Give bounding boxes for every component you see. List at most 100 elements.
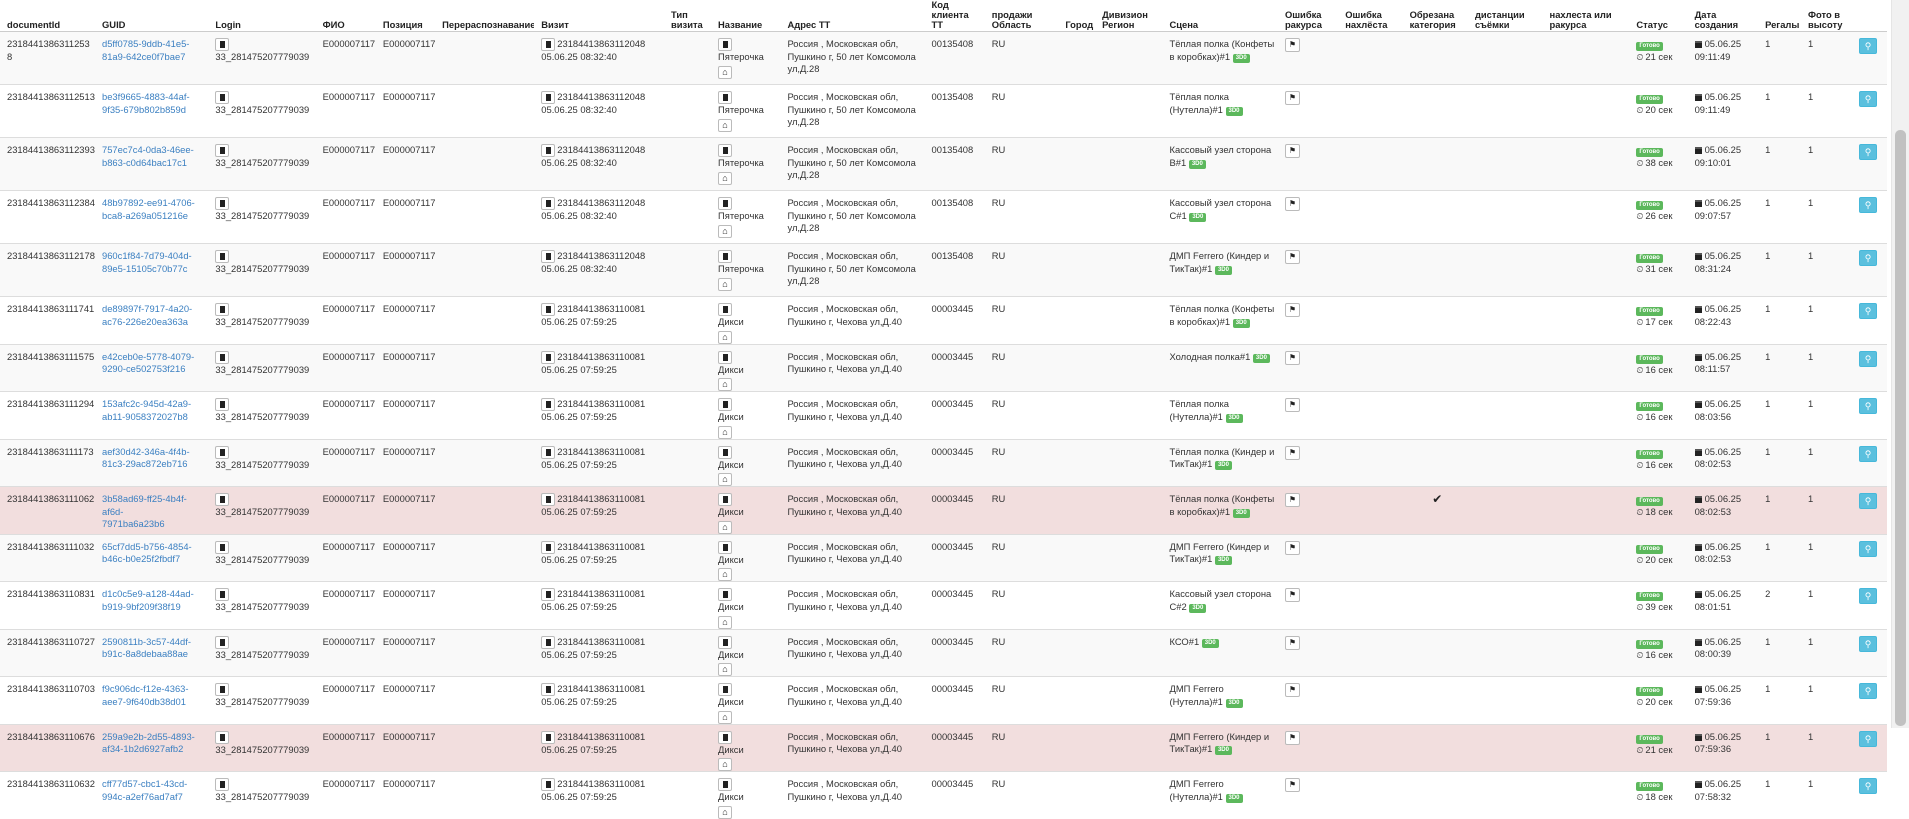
- document-icon[interactable]: [215, 91, 230, 104]
- table-row[interactable]: 23184413863111032 65cf7dd5-b756-4854- b46c…: [0, 534, 1887, 582]
- document-icon[interactable]: [541, 730, 556, 744]
- column-header[interactable]: продажи Область: [984, 0, 1059, 32]
- guid-cell[interactable]: 153afc2c-945d-42a9- ab11-9058372027b8: [95, 392, 208, 440]
- table-row[interactable]: 23184413863112384 48b97892-ee91-4706- bca8…: [0, 190, 1887, 244]
- document-icon[interactable]: [718, 588, 732, 601]
- home-icon[interactable]: ⌂: [718, 378, 732, 391]
- document-icon[interactable]: [718, 445, 732, 459]
- document-icon[interactable]: [541, 197, 556, 210]
- column-header[interactable]: Перераспознавание: [435, 0, 535, 32]
- column-header[interactable]: Ошибка ракурса: [1277, 0, 1339, 32]
- guid-link[interactable]: 757ec7c4-0da3-46ee-b863-c0d64bac17c1: [102, 144, 194, 168]
- column-header[interactable]: Название: [711, 0, 781, 32]
- document-icon[interactable]: [215, 398, 230, 411]
- home-icon[interactable]: ⌂: [718, 118, 732, 132]
- guid-link[interactable]: 3b58ad69-ff25-4b4f-af6d- 7971ba6a23b6: [102, 493, 187, 529]
- home-icon[interactable]: ⌂: [718, 171, 732, 185]
- guid-cell[interactable]: d5ff0785-9ddb-41e5- 81a9-642ce0f7bae7: [95, 32, 208, 85]
- document-icon[interactable]: [215, 635, 230, 649]
- guid-cell[interactable]: 2590811b-3c57-44df-b91c-8a8debaa88ae: [95, 629, 208, 677]
- flag-icon[interactable]: ⚑: [1284, 398, 1300, 412]
- table-row[interactable]: 23184413863111575 e42ceb0e-5778-4079- 9290…: [0, 344, 1887, 392]
- column-header[interactable]: Тип визита: [664, 0, 711, 32]
- table-row[interactable]: 23184413863111173 aef30d42-346a-4f4b- 81c3…: [0, 439, 1887, 487]
- home-icon[interactable]: ⌂: [718, 65, 732, 79]
- document-icon[interactable]: [215, 493, 230, 506]
- table-row[interactable]: 23184413863112513 be3f9665-4883-44af- 9f35…: [0, 84, 1887, 138]
- column-header[interactable]: Позиция: [375, 0, 436, 32]
- document-icon[interactable]: [215, 683, 230, 696]
- search-button[interactable]: ⚲: [1859, 303, 1878, 319]
- document-icon[interactable]: [215, 445, 230, 459]
- document-icon[interactable]: [215, 197, 230, 210]
- guid-cell[interactable]: 259a9e2b-2d55-4893- af34-1b2d6927afb2: [95, 724, 208, 772]
- document-icon[interactable]: [215, 730, 230, 744]
- home-icon[interactable]: ⌂: [718, 425, 732, 439]
- home-icon[interactable]: ⌂: [718, 473, 732, 486]
- document-icon[interactable]: [541, 683, 556, 696]
- flag-icon[interactable]: ⚑: [1284, 730, 1300, 745]
- document-icon[interactable]: [718, 493, 732, 506]
- home-icon[interactable]: ⌂: [718, 663, 732, 676]
- column-header[interactable]: Обрезана категория: [1402, 0, 1468, 32]
- document-icon[interactable]: [718, 38, 732, 51]
- flag-icon[interactable]: ⚑: [1284, 350, 1300, 365]
- guid-link[interactable]: be3f9665-4883-44af- 9f35-679b802b859d: [102, 91, 190, 115]
- document-icon[interactable]: [215, 540, 230, 554]
- document-icon[interactable]: [718, 540, 732, 554]
- search-button[interactable]: ⚲: [1859, 683, 1878, 699]
- column-header[interactable]: Визит: [534, 0, 665, 32]
- flag-icon[interactable]: ⚑: [1284, 91, 1300, 105]
- document-icon[interactable]: [541, 303, 556, 316]
- document-icon[interactable]: [541, 778, 556, 791]
- guid-link[interactable]: e42ceb0e-5778-4079- 9290-ce502753f216: [102, 351, 194, 375]
- document-icon[interactable]: [718, 635, 732, 649]
- column-header[interactable]: Дата создания: [1687, 0, 1759, 32]
- document-icon[interactable]: [215, 144, 230, 157]
- table-row[interactable]: 23184413863112178 960c1f84-7d79-404d- 89e5…: [0, 243, 1887, 297]
- scrollbar-thumb[interactable]: [1895, 130, 1906, 726]
- guid-link[interactable]: 65cf7dd5-b756-4854- b46c-b0e25f2fbdf7: [102, 541, 192, 565]
- document-icon[interactable]: [541, 250, 556, 263]
- home-icon[interactable]: ⌂: [718, 568, 732, 581]
- column-header[interactable]: Адрес ТТ: [780, 0, 925, 32]
- table-row[interactable]: 23184413863110831 d1c0c5e9-a128-44ad-b919…: [0, 581, 1887, 630]
- document-icon[interactable]: [718, 398, 732, 411]
- document-icon[interactable]: [215, 778, 230, 791]
- guid-link[interactable]: cff77d57-cbc1-43cd- 994c-a2ef76ad7af7: [102, 778, 187, 802]
- document-icon[interactable]: [718, 91, 732, 104]
- search-button[interactable]: ⚲: [1859, 730, 1878, 747]
- document-icon[interactable]: [718, 778, 732, 791]
- guid-cell[interactable]: 960c1f84-7d79-404d- 89e5-15105c70b77c: [95, 244, 208, 297]
- column-header[interactable]: Ошибка нахлёста: [1338, 0, 1403, 32]
- home-icon[interactable]: ⌂: [718, 615, 732, 629]
- vertical-scrollbar[interactable]: [1891, 0, 1909, 728]
- document-icon[interactable]: [718, 683, 732, 696]
- flag-icon[interactable]: ⚑: [1284, 144, 1300, 158]
- guid-cell[interactable]: d1c0c5e9-a128-44ad-b919-9bf209f38f19: [95, 582, 208, 630]
- table-row[interactable]: 23184413863110703 f9c906dc-f12e-4363- aee7…: [0, 676, 1887, 725]
- document-icon[interactable]: [541, 144, 556, 157]
- guid-link[interactable]: 48b97892-ee91-4706- bca8-a269a051216e: [102, 197, 195, 221]
- guid-cell[interactable]: be3f9665-4883-44af- 9f35-679b802b859d: [95, 85, 208, 138]
- flag-icon[interactable]: ⚑: [1284, 493, 1300, 507]
- column-header[interactable]: Статус: [1629, 0, 1688, 32]
- home-icon[interactable]: ⌂: [718, 277, 732, 291]
- document-icon[interactable]: [718, 730, 732, 744]
- search-button[interactable]: ⚲: [1859, 540, 1878, 557]
- guid-cell[interactable]: aef30d42-346a-4f4b- 81c3-29ac872eb716: [95, 439, 208, 487]
- guid-link[interactable]: d5ff0785-9ddb-41e5- 81a9-642ce0f7bae7: [102, 38, 189, 62]
- column-header[interactable]: дистанции съёмки: [1467, 0, 1543, 32]
- guid-cell[interactable]: e42ceb0e-5778-4079- 9290-ce502753f216: [95, 344, 208, 392]
- search-button[interactable]: ⚲: [1859, 38, 1878, 54]
- document-icon[interactable]: [541, 38, 556, 51]
- guid-cell[interactable]: de89897f-7917-4a20- ac76-226e20ea363a: [95, 297, 208, 345]
- guid-cell[interactable]: f9c906dc-f12e-4363- aee7-9f640db38d01: [95, 677, 208, 725]
- document-icon[interactable]: [215, 250, 230, 263]
- column-header[interactable]: [1852, 0, 1887, 32]
- document-icon[interactable]: [215, 588, 230, 601]
- flag-icon[interactable]: ⚑: [1284, 778, 1300, 792]
- column-header[interactable]: ФИО: [315, 0, 376, 32]
- column-header[interactable]: Login: [208, 0, 316, 32]
- document-icon[interactable]: [541, 398, 556, 411]
